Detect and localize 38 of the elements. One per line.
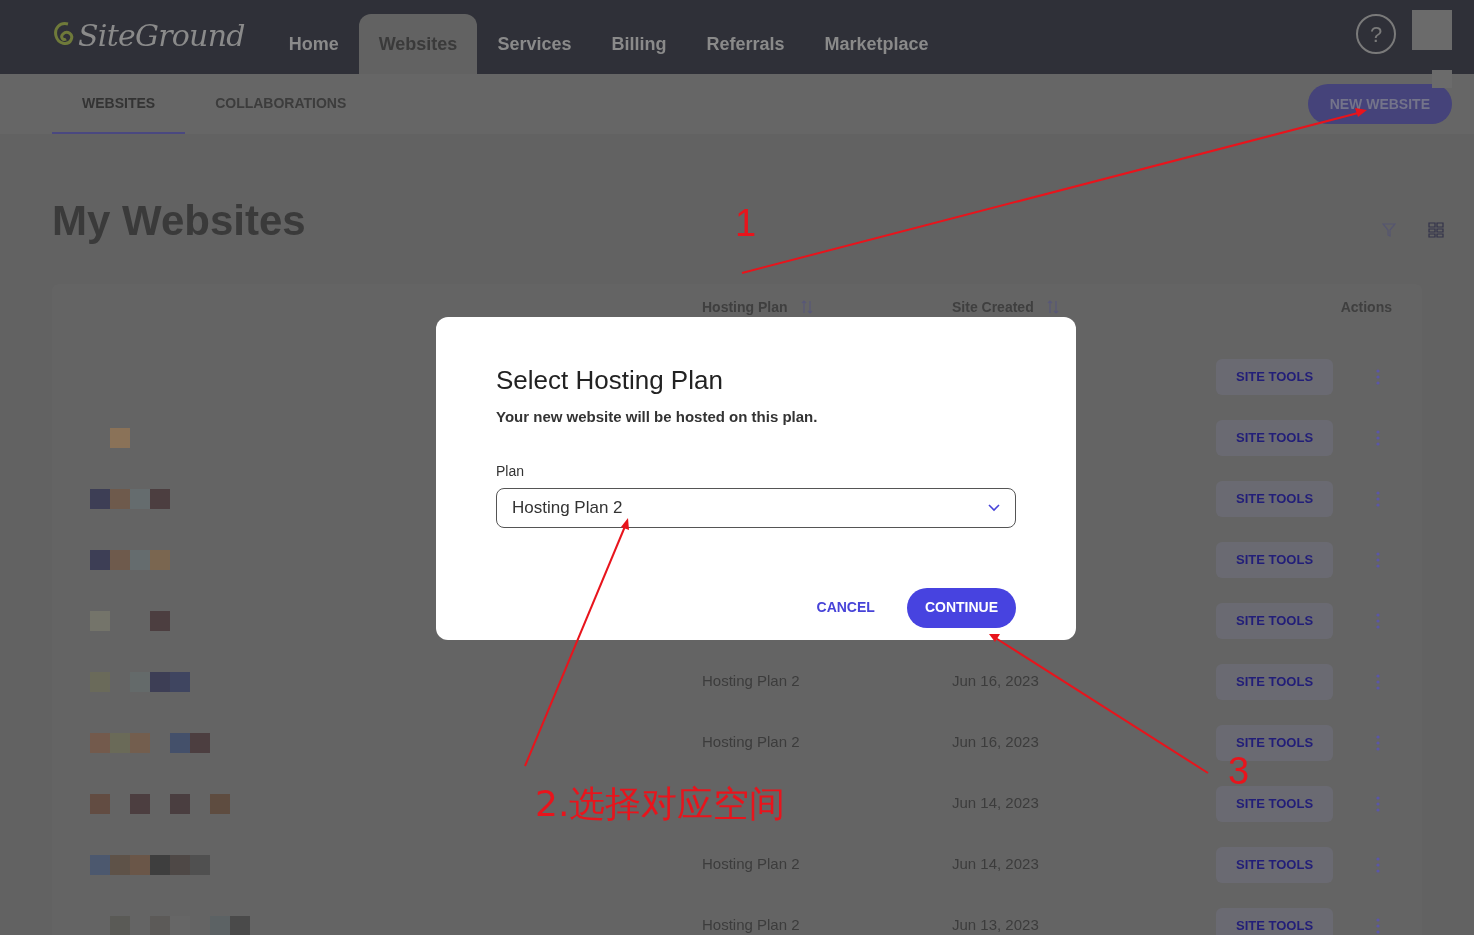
site-tools-button[interactable]: SITE TOOLS — [1216, 785, 1334, 822]
plan-select[interactable]: Hosting Plan 2 — [496, 487, 1016, 528]
more-options-icon[interactable] — [1376, 612, 1380, 629]
site-tools-button[interactable]: SITE TOOLS — [1216, 907, 1334, 935]
cancel-button[interactable]: CANCEL — [816, 597, 875, 618]
more-options-icon[interactable] — [1376, 917, 1380, 934]
more-options-icon[interactable] — [1376, 856, 1380, 873]
nav-tab[interactable]: Referrals — [686, 14, 805, 74]
site-tools-button[interactable]: SITE TOOLS — [1216, 358, 1334, 395]
nav-tab[interactable]: Services — [477, 14, 592, 74]
avatar-icon[interactable] — [1412, 10, 1452, 90]
nav-tab[interactable]: Home — [268, 14, 359, 74]
chevron-down-icon — [988, 503, 1000, 512]
continue-button[interactable]: CONTINUE — [906, 587, 1016, 628]
site-tools-button[interactable]: SITE TOOLS — [1216, 541, 1334, 578]
site-tools-button[interactable]: SITE TOOLS — [1216, 419, 1334, 456]
more-options-icon[interactable] — [1376, 673, 1380, 690]
site-tools-button[interactable]: SITE TOOLS — [1216, 663, 1334, 700]
field-label: Plan — [496, 461, 525, 481]
annotation-label: 2.选择对应空间 — [535, 786, 786, 822]
site-tools-button[interactable]: SITE TOOLS — [1216, 480, 1334, 517]
modal-subtitle: Your new website will be hosted on this plan. — [496, 407, 819, 427]
more-options-icon[interactable] — [1376, 795, 1380, 812]
more-options-icon[interactable] — [1376, 551, 1380, 568]
logo-text: SiteGround — [78, 16, 245, 55]
grid-view-icon[interactable] — [1428, 222, 1444, 238]
site-tools-button[interactable]: SITE TOOLS — [1216, 602, 1334, 639]
more-options-icon[interactable] — [1376, 734, 1380, 751]
site-tools-button[interactable]: SITE TOOLS — [1216, 846, 1334, 883]
help-icon[interactable]: ? — [1356, 14, 1396, 54]
annotation-number: 1 — [735, 204, 757, 242]
select-value: Hosting Plan 2 — [512, 496, 623, 519]
nav-tab[interactable]: Marketplace — [804, 14, 949, 74]
more-options-icon[interactable] — [1376, 368, 1380, 385]
modal-title: Select Hosting Plan — [496, 364, 724, 397]
more-options-icon[interactable] — [1376, 490, 1380, 507]
more-options-icon[interactable] — [1376, 429, 1380, 446]
nav-tab[interactable]: Billing — [591, 14, 687, 74]
